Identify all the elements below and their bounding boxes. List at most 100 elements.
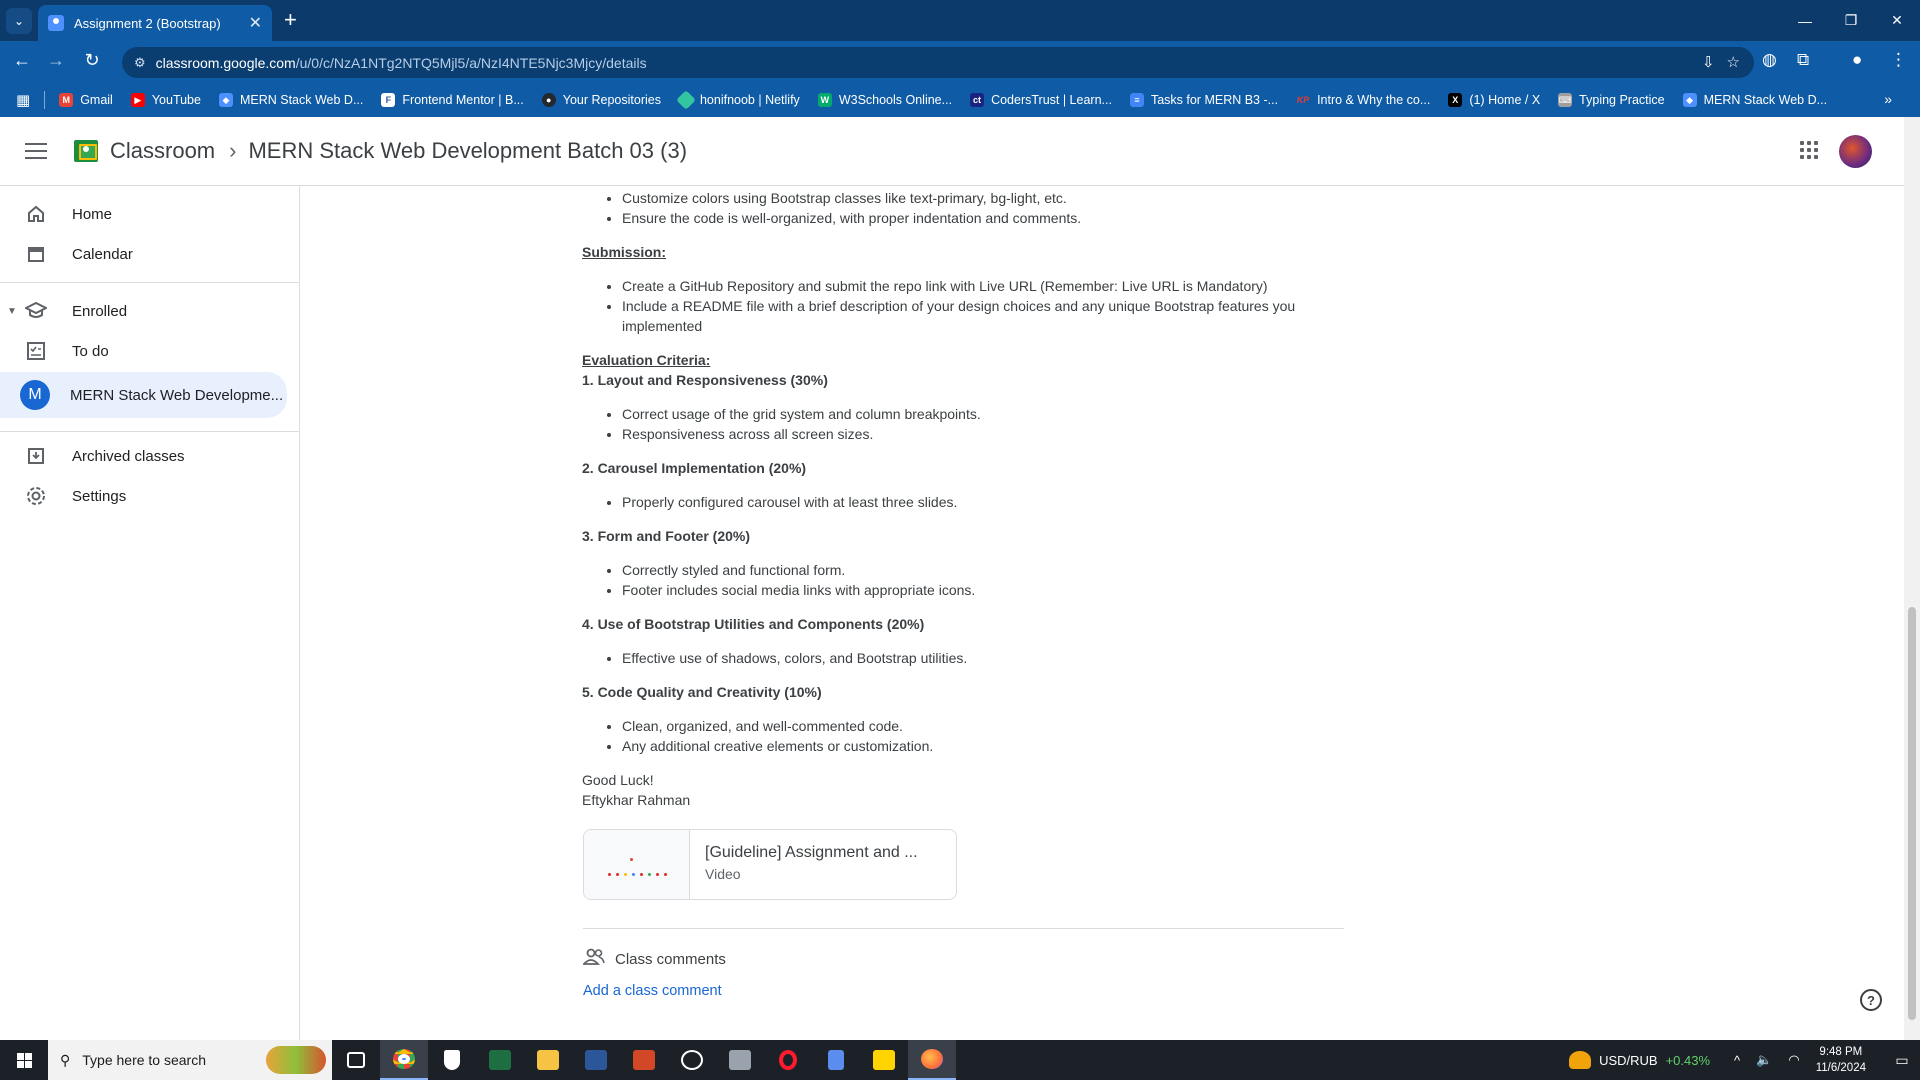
back-icon[interactable]: ← bbox=[10, 50, 34, 71]
extensions-icon[interactable]: ⧉ bbox=[1797, 50, 1809, 70]
vpn-globe-icon[interactable]: ◍ bbox=[1762, 50, 1777, 70]
bookmark-item[interactable]: ◆ MERN Stack Web D... bbox=[1682, 93, 1827, 107]
tab-search-button[interactable]: ⌄ bbox=[6, 8, 32, 34]
page-scrollbar[interactable] bbox=[1904, 117, 1920, 1040]
add-class-comment-link[interactable]: Add a class comment bbox=[583, 983, 722, 999]
bookmark-label: W3Schools Online... bbox=[838, 93, 953, 107]
sidebar-item-label: Archived classes bbox=[72, 447, 185, 465]
bookmark-item[interactable]: X (1) Home / X bbox=[1448, 93, 1540, 107]
app-name[interactable]: Classroom bbox=[110, 138, 215, 164]
minimize-icon[interactable]: — bbox=[1782, 0, 1828, 41]
bookmark-item[interactable]: honifnoob | Netlify bbox=[676, 90, 800, 110]
google-apps-icon[interactable] bbox=[1800, 141, 1818, 159]
sidebar-item-home[interactable]: Home bbox=[0, 194, 287, 234]
main-menu-icon[interactable] bbox=[25, 143, 47, 159]
criterion-title: 1. Layout and Responsiveness (30%) bbox=[582, 372, 828, 388]
clock-date: 11/6/2024 bbox=[1815, 1062, 1866, 1074]
clock-time: 9:48 PM bbox=[1819, 1046, 1863, 1058]
sidebar-item-settings[interactable]: Settings bbox=[0, 476, 287, 516]
wifi-icon[interactable]: ◠ bbox=[1788, 1052, 1799, 1068]
opera-icon[interactable] bbox=[764, 1040, 812, 1080]
criterion-title: 3. Form and Footer (20%) bbox=[582, 528, 751, 544]
video-attachment-card[interactable]: [Guideline] Assignment and ... Video bbox=[583, 829, 957, 900]
gear-icon bbox=[24, 484, 48, 508]
class-title[interactable]: MERN Stack Web Development Batch 03 (3) bbox=[248, 138, 687, 164]
sidebar-item-archived[interactable]: Archived classes bbox=[0, 436, 287, 476]
sticky-notes-icon[interactable] bbox=[860, 1040, 908, 1080]
bookmark-item[interactable]: F Frontend Mentor | B... bbox=[381, 93, 524, 107]
site-info-icon[interactable]: ⚙ bbox=[134, 55, 146, 71]
attachment-type: Video bbox=[705, 866, 741, 882]
word-icon[interactable] bbox=[572, 1040, 620, 1080]
bookmark-label: Gmail bbox=[80, 93, 113, 107]
file-explorer-icon[interactable] bbox=[524, 1040, 572, 1080]
youtube-icon: ▶ bbox=[130, 93, 145, 107]
calculator-icon[interactable] bbox=[812, 1040, 860, 1080]
reload-icon[interactable]: ↻ bbox=[80, 50, 104, 71]
author-name: Eftykhar Rahman bbox=[582, 792, 691, 808]
bookmark-label: honifnoob | Netlify bbox=[699, 93, 800, 107]
bookmark-item[interactable]: ◆ MERN Stack Web D... bbox=[218, 93, 363, 107]
powerpoint-icon[interactable] bbox=[620, 1040, 668, 1080]
bookmark-item[interactable]: ● Your Repositories bbox=[541, 93, 661, 107]
bookmark-item[interactable]: ▶ YouTube bbox=[130, 93, 201, 107]
criterion-list: Effective use of shadows, colors, and Bo… bbox=[622, 648, 1342, 668]
submission-heading: Submission: bbox=[582, 244, 667, 260]
sidebar-item-label: Settings bbox=[72, 487, 127, 505]
media-player-icon[interactable] bbox=[668, 1040, 716, 1080]
attachment-title: [Guideline] Assignment and ... bbox=[705, 844, 918, 861]
chrome-taskbar-icon[interactable] bbox=[380, 1040, 428, 1080]
scrollbar-thumb[interactable] bbox=[1908, 607, 1916, 1020]
sidebar-item-todo[interactable]: To do bbox=[0, 331, 287, 371]
security-shield-icon[interactable] bbox=[428, 1040, 476, 1080]
closing-text: Good Luck! bbox=[582, 772, 654, 788]
taskbar-clock[interactable]: 9:48 PM 11/6/2024 bbox=[1816, 1044, 1866, 1076]
firefox-icon[interactable] bbox=[908, 1040, 956, 1080]
address-bar[interactable]: ⚙ classroom.google.com/u/0/c/NzA1NTg2NTQ… bbox=[122, 47, 1754, 78]
windows-start-icon[interactable] bbox=[0, 1040, 48, 1080]
install-app-icon[interactable]: ⇩ bbox=[1702, 53, 1715, 71]
tab-close-icon[interactable]: ✕ bbox=[249, 13, 262, 33]
bookmark-item[interactable]: KP Intro & Why the co... bbox=[1296, 93, 1431, 107]
bookmark-item[interactable]: W W3Schools Online... bbox=[817, 93, 953, 107]
windows-taskbar: ⚲ Type here to search USD/RUB +0.43% ^ 🔈… bbox=[0, 1040, 1920, 1080]
list-item: Correct usage of the grid system and col… bbox=[622, 404, 1342, 424]
new-tab-button[interactable]: + bbox=[284, 7, 297, 33]
active-tab[interactable]: Assignment 2 (Bootstrap) ✕ bbox=[38, 5, 272, 41]
notifications-icon[interactable]: ▭ bbox=[1884, 1052, 1920, 1069]
bookmark-star-icon[interactable]: ☆ bbox=[1727, 53, 1740, 71]
apps-grid-icon[interactable]: ▦ bbox=[16, 91, 30, 109]
taskbar-search[interactable]: ⚲ Type here to search bbox=[48, 1040, 332, 1080]
search-highlight-image bbox=[266, 1046, 326, 1074]
account-avatar[interactable] bbox=[1839, 135, 1872, 168]
excel-icon[interactable] bbox=[476, 1040, 524, 1080]
url-host: classroom.google.com bbox=[155, 54, 296, 71]
forward-icon[interactable]: → bbox=[44, 50, 68, 71]
restore-icon[interactable]: ❐ bbox=[1828, 0, 1874, 41]
help-icon[interactable]: ? bbox=[1860, 989, 1882, 1011]
sidebar-item-calendar[interactable]: Calendar bbox=[0, 234, 287, 274]
classroom-header: Classroom › MERN Stack Web Development B… bbox=[0, 117, 1904, 186]
sidebar-item-label: MERN Stack Web Developme... bbox=[70, 386, 284, 404]
evaluation-heading: Evaluation Criteria: bbox=[582, 352, 711, 368]
close-window-icon[interactable]: ✕ bbox=[1874, 0, 1920, 41]
assignment-description: Customize colors using Bootstrap classes… bbox=[582, 186, 1342, 810]
bookmark-item[interactable]: ⌨ Typing Practice bbox=[1558, 93, 1665, 107]
search-icon: ⚲ bbox=[60, 1051, 71, 1068]
netlify-icon bbox=[676, 90, 696, 110]
profile-avatar-icon[interactable]: ● bbox=[1852, 50, 1862, 70]
photos-icon[interactable] bbox=[716, 1040, 764, 1080]
bookmark-item[interactable]: ≡ Tasks for MERN B3 -... bbox=[1129, 93, 1278, 107]
browser-menu-icon[interactable]: ⋮ bbox=[1890, 50, 1907, 70]
sidebar-item-label: Home bbox=[72, 205, 113, 223]
classroom-logo-icon[interactable] bbox=[74, 140, 98, 162]
currency-widget[interactable]: USD/RUB +0.43% bbox=[1569, 1051, 1710, 1069]
volume-icon[interactable]: 🔈 bbox=[1756, 1052, 1772, 1068]
bookmark-item[interactable]: M Gmail bbox=[59, 93, 113, 107]
sidebar-item-class[interactable]: M MERN Stack Web Developme... bbox=[0, 372, 287, 418]
show-hidden-icons-icon[interactable]: ^ bbox=[1734, 1053, 1740, 1068]
sidebar-item-enrolled[interactable]: Enrolled bbox=[0, 291, 287, 331]
bookmark-item[interactable]: ct CodersTrust | Learn... bbox=[970, 93, 1112, 107]
task-view-icon[interactable] bbox=[332, 1040, 380, 1080]
more-bookmarks-icon[interactable]: » bbox=[1884, 91, 1892, 107]
